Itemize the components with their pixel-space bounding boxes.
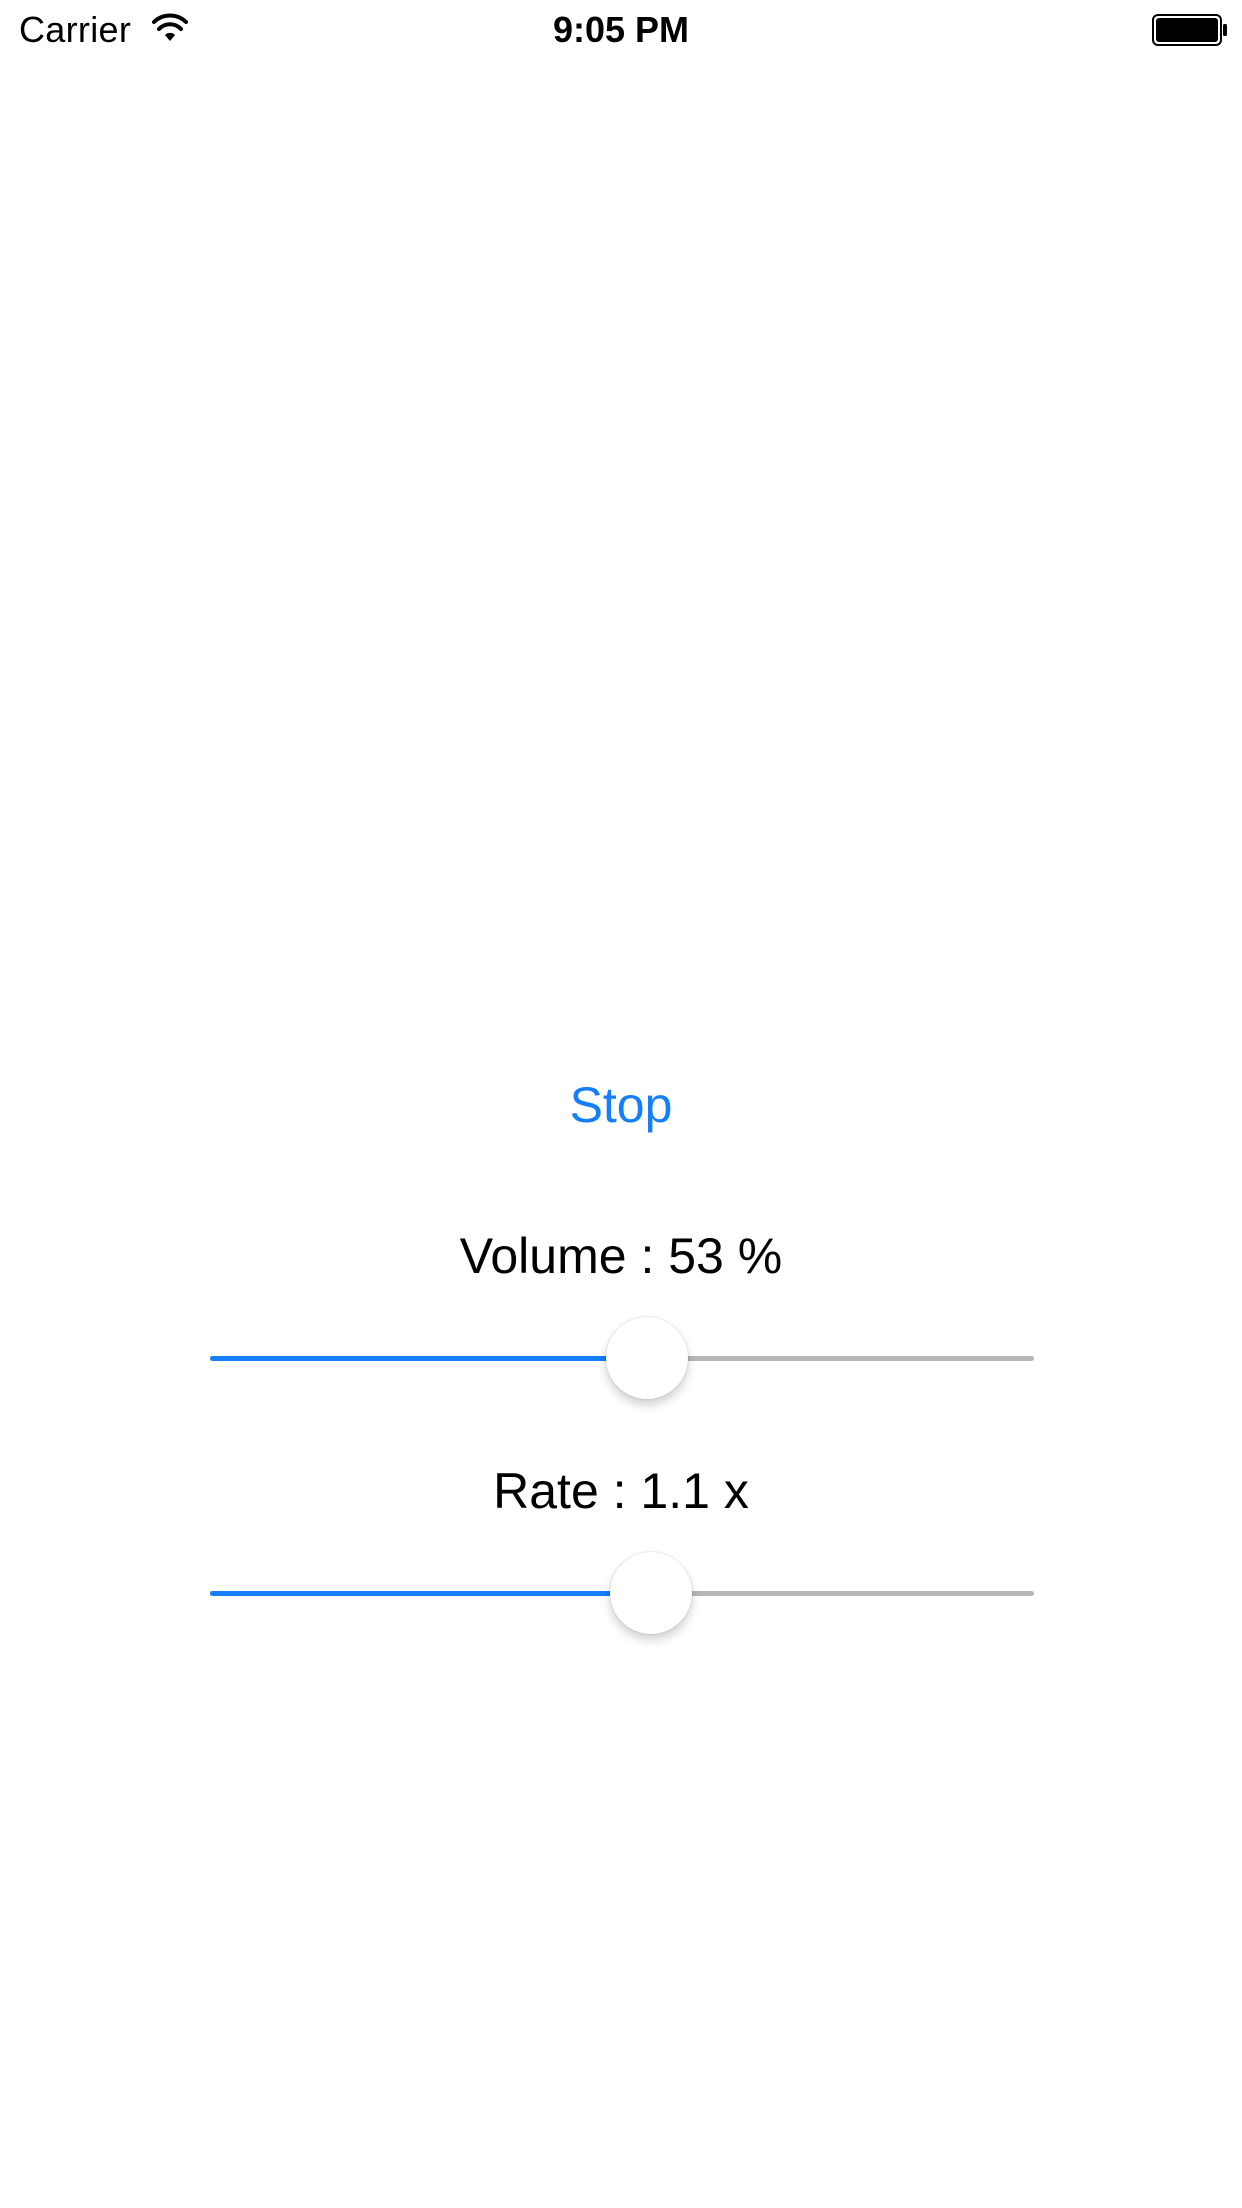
rate-slider-thumb[interactable] [610, 1552, 692, 1634]
slider-track-min [210, 1591, 651, 1596]
rate-slider[interactable] [210, 1548, 1034, 1638]
status-time: 9:05 PM [552, 9, 690, 50]
volume-label: Volume : 53 % [459, 1228, 783, 1284]
status-bar: Carrier 9:05 PM [0, 0, 1242, 60]
battery-full-icon [1152, 14, 1227, 46]
slider-track-min [210, 1356, 647, 1361]
volume-slider[interactable] [210, 1313, 1034, 1403]
stop-button[interactable]: Stop [0, 1075, 1242, 1135]
rate-label: Rate : 1.1 x [493, 1463, 749, 1519]
volume-slider-thumb[interactable] [606, 1317, 688, 1399]
